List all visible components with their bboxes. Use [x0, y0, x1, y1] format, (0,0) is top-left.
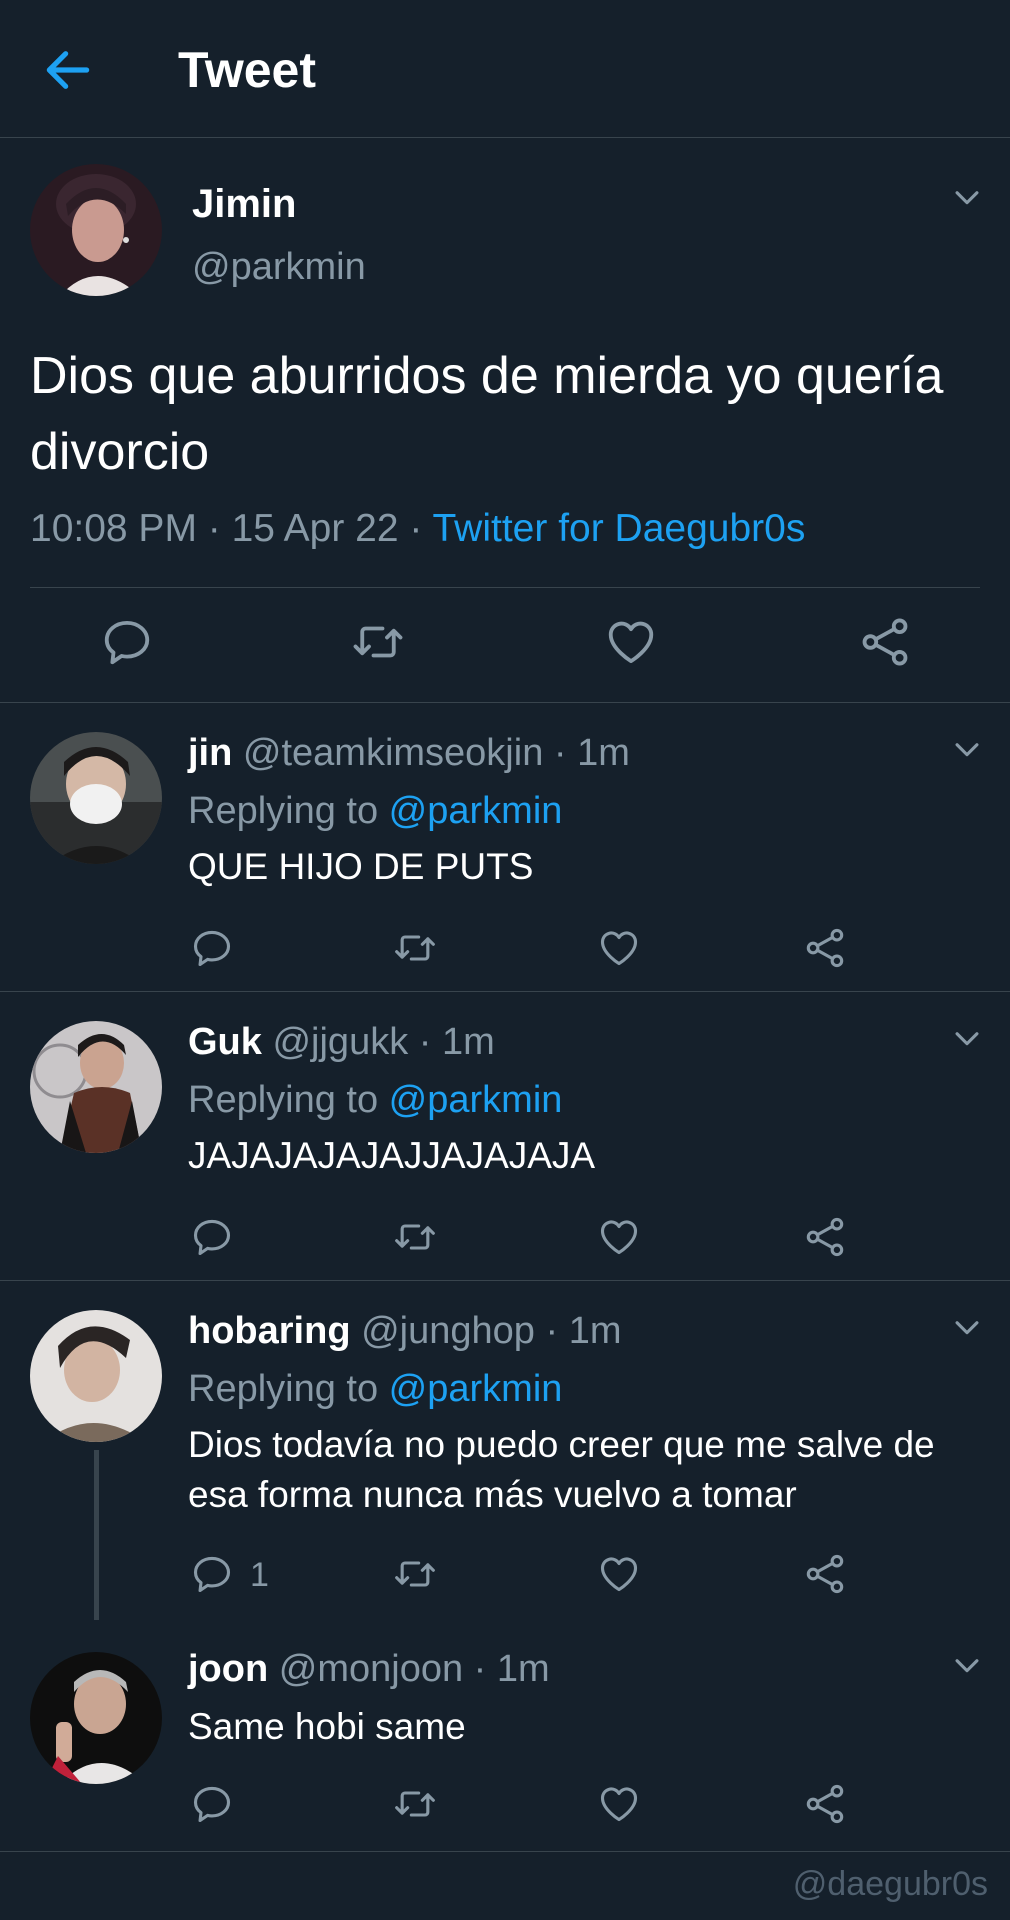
reply-count: 1	[250, 1556, 269, 1594]
chevron-down-icon[interactable]	[950, 180, 984, 214]
replying-to-label: Replying to	[188, 790, 389, 832]
replying-to-label: Replying to	[188, 1079, 389, 1121]
chevron-down-icon[interactable]	[950, 1310, 984, 1344]
tweet-actions	[0, 615, 1010, 675]
heart-icon[interactable]	[604, 615, 658, 674]
reply-text: JAJAJAJAJAJJAJAJAJA	[188, 1135, 596, 1176]
reply-author-name[interactable]: joon	[188, 1648, 268, 1690]
reply-text: Dios todavía no puedo creer que me salve…	[188, 1424, 935, 1515]
heart-icon[interactable]	[597, 926, 641, 975]
reply-header: joon @monjoon · 1m	[188, 1646, 550, 1692]
replying-to: Replying to @parkmin	[188, 1366, 562, 1412]
chevron-down-icon[interactable]	[950, 1021, 984, 1055]
share-icon[interactable]	[803, 926, 847, 975]
tweet-meta: 10:08 PM · 15 Apr 22 · Twitter for Daegu…	[30, 506, 805, 552]
reply-actions	[0, 1782, 1010, 1830]
divider	[30, 587, 980, 588]
retweet-icon[interactable]	[392, 926, 438, 975]
retweet-icon[interactable]	[392, 1782, 438, 1831]
share-icon[interactable]	[803, 1782, 847, 1831]
tweet-timestamp: 10:08 PM · 15 Apr 22 ·	[30, 507, 433, 550]
replying-to-label: Replying to	[188, 1368, 389, 1410]
reply-icon[interactable]	[190, 1552, 234, 1601]
reply-author-handle[interactable]: @junghop · 1m	[361, 1310, 621, 1352]
arrow-left-icon[interactable]	[40, 42, 96, 98]
reply-icon[interactable]	[190, 1782, 234, 1831]
tweet-source-link[interactable]: Twitter for Daegubr0s	[433, 507, 806, 550]
heart-icon[interactable]	[597, 1215, 641, 1264]
chevron-down-icon[interactable]	[950, 732, 984, 766]
reply-author-handle[interactable]: @monjoon · 1m	[279, 1648, 550, 1690]
share-icon[interactable]	[803, 1552, 847, 1601]
avatar[interactable]	[30, 164, 162, 296]
reply-icon[interactable]	[190, 926, 234, 975]
page-title: Tweet	[178, 42, 316, 98]
avatar[interactable]	[30, 1652, 162, 1784]
replying-to: Replying to @parkmin	[188, 1077, 562, 1123]
reply-text: Same hobi same	[188, 1706, 466, 1747]
reply-author-name[interactable]: jin	[188, 732, 232, 774]
avatar[interactable]	[30, 1021, 162, 1153]
reply-author-handle[interactable]: @teamkimseokjin · 1m	[243, 732, 630, 774]
avatar[interactable]	[30, 732, 162, 864]
author-handle[interactable]: @parkmin	[192, 244, 366, 290]
retweet-icon[interactable]	[392, 1215, 438, 1264]
retweet-icon[interactable]	[392, 1552, 438, 1601]
replying-to-handle[interactable]: @parkmin	[389, 1368, 563, 1410]
reply-author-name[interactable]: hobaring	[188, 1310, 351, 1352]
share-icon[interactable]	[858, 615, 912, 674]
tweet-text: Dios que aburridos de mierda yo quería d…	[30, 347, 944, 481]
reply-tweet[interactable]: Guk @jjgukk · 1m Replying to @parkmin JA…	[0, 993, 1010, 1281]
reply-author-name[interactable]: Guk	[188, 1021, 262, 1063]
share-icon[interactable]	[803, 1215, 847, 1264]
author-name[interactable]: Jimin	[192, 180, 296, 228]
retweet-icon[interactable]	[350, 615, 406, 674]
reply-actions	[0, 926, 1010, 974]
reply-tweet[interactable]: jin @teamkimseokjin · 1m Replying to @pa…	[0, 704, 1010, 992]
reply-header: Guk @jjgukk · 1m	[188, 1019, 495, 1065]
top-bar: Tweet	[0, 0, 1010, 138]
avatar[interactable]	[30, 1310, 162, 1442]
reply-header: jin @teamkimseokjin · 1m	[188, 730, 630, 776]
reply-icon[interactable]	[190, 1215, 234, 1264]
reply-actions: 1	[0, 1552, 1010, 1600]
reply-author-handle[interactable]: @jjgukk · 1m	[272, 1021, 494, 1063]
chevron-down-icon[interactable]	[950, 1648, 984, 1682]
watermark: @daegubr0s	[792, 1865, 988, 1903]
reply-actions	[0, 1215, 1010, 1263]
reply-icon[interactable]	[100, 615, 154, 674]
reply-header: hobaring @junghop · 1m	[188, 1308, 622, 1354]
replying-to-handle[interactable]: @parkmin	[389, 790, 563, 832]
main-tweet: Jimin @parkmin Dios que aburridos de mie…	[0, 138, 1010, 703]
heart-icon[interactable]	[597, 1552, 641, 1601]
replying-to: Replying to @parkmin	[188, 788, 562, 834]
replying-to-handle[interactable]: @parkmin	[389, 1079, 563, 1121]
heart-icon[interactable]	[597, 1782, 641, 1831]
reply-tweet[interactable]: joon @monjoon · 1m Same hobi same	[0, 1620, 1010, 1852]
reply-text: QUE HIJO DE PUTS	[188, 846, 534, 887]
reply-tweet[interactable]: hobaring @junghop · 1m Replying to @park…	[0, 1282, 1010, 1620]
